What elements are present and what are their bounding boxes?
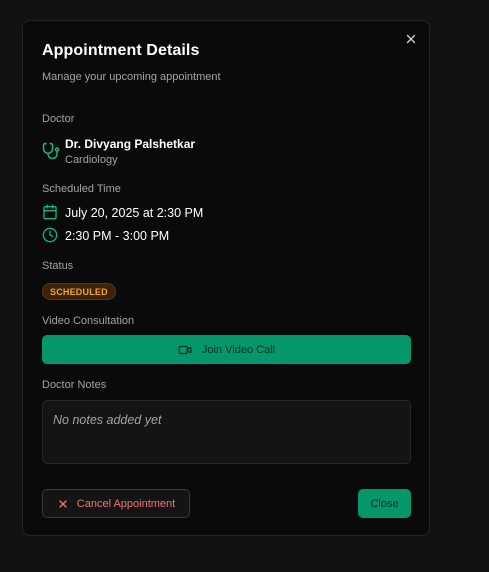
dialog-subtitle: Manage your upcoming appointment	[42, 71, 221, 83]
cancel-appointment-button[interactable]: Cancel Appointment	[42, 489, 190, 518]
stethoscope-icon	[42, 142, 60, 160]
calendar-icon	[42, 204, 58, 220]
appointment-date: July 20, 2025 at 2:30 PM	[65, 206, 204, 220]
doctor-name: Dr. Divyang Palshetkar	[65, 137, 196, 151]
close-button[interactable]: Close	[358, 489, 411, 518]
video-section-label: Video Consultation	[42, 315, 135, 327]
doctor-specialty: Cardiology	[65, 154, 118, 166]
status-badge: SCHEDULED	[42, 283, 116, 300]
join-video-call-label: Join Video Call	[201, 343, 276, 356]
x-icon	[57, 498, 69, 510]
doctor-section-label: Doctor	[42, 113, 75, 125]
video-camera-icon	[178, 343, 192, 357]
appointment-time-range: 2:30 PM - 3:00 PM	[65, 229, 170, 243]
close-dialog-icon[interactable]	[404, 32, 418, 46]
clock-icon	[42, 227, 58, 243]
doctor-notes-section-label: Doctor Notes	[42, 379, 107, 391]
scheduled-time-section-label: Scheduled Time	[42, 183, 121, 195]
join-video-call-button[interactable]: Join Video Call	[42, 335, 411, 364]
appointment-details-dialog: Appointment Details Manage your upcoming…	[22, 20, 430, 536]
status-section-label: Status	[42, 260, 74, 272]
doctor-notes-box: No notes added yet	[42, 400, 411, 464]
dialog-title: Appointment Details	[42, 42, 200, 59]
doctor-notes-empty-text: No notes added yet	[53, 413, 162, 427]
cancel-appointment-label: Cancel Appointment	[76, 497, 176, 510]
close-button-label: Close	[370, 497, 399, 510]
